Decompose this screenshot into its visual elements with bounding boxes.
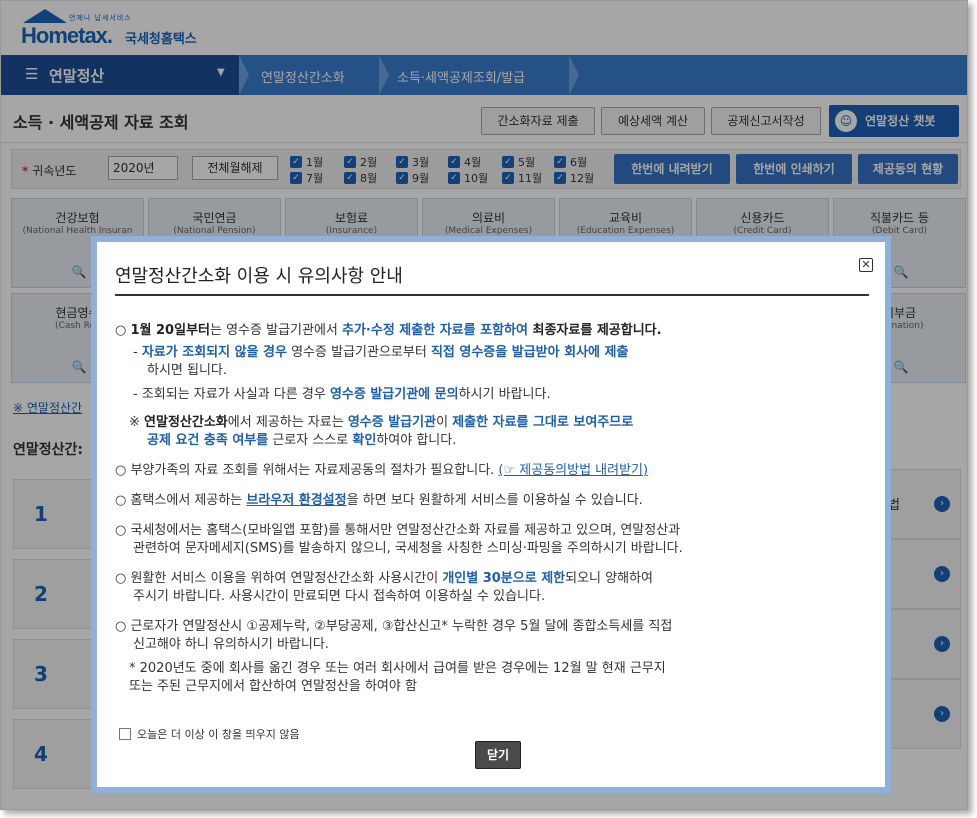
dont-show-today-checkbox[interactable]: 오늘은 더 이상 이 창을 띄우지 않음 [119,726,300,742]
notice-sub-1-cont: 하시면 됩니다. [147,363,228,378]
notice-item-6: ○ 근로자가 연말정산시 ①공제누락, ②부당공제, ③합산신고* 누락한 경우… [115,619,673,634]
modal-title: 연말정산간소화 이용 시 유의사항 안내 [115,266,403,287]
dont-show-today-label: 오늘은 더 이상 이 창을 띄우지 않음 [137,728,300,741]
notice-item-4-cont: 관련하여 문자메세지(SMS)를 발송하지 않으니, 국세청을 사칭한 스미싱·… [133,541,683,556]
notice-item-2: ○ 부양가족의 자료 조회를 위해서는 자료제공동의 절차가 필요합니다. (☞… [115,463,649,478]
notice-modal: 연말정산간소화 이용 시 유의사항 안내 ✕ ○ 1월 20일부터는 영수증 발… [91,236,891,793]
notice-sub-2: - 조회되는 자료가 사실과 다른 경우 영수증 발급기관에 문의하시기 바랍니… [133,387,551,402]
notice-item-6-cont: 신고해야 하니 유의하시기 바랍니다. [133,637,329,652]
consent-method-download-link[interactable]: (☞ 제공동의방법 내려받기) [498,463,648,478]
notice-item-5: ○ 원활한 서비스 이용을 위하여 연말정산간소화 사용시간이 개인별 30분으… [115,571,653,586]
notice-item-4: ○ 국세청에서는 홈택스(모바일앱 포함)를 통해서만 연말정산간소화 자료를 … [115,523,681,538]
checkbox-box[interactable] [119,728,131,740]
notice-footnote-cont: 또는 주된 근무지에서 합산하여 연말정산을 하여야 함 [129,679,417,694]
notice-item-1: ○ 1월 20일부터는 영수증 발급기관에서 추가·수정 제출한 자료를 포함하… [115,323,662,338]
close-button[interactable]: 닫기 [475,741,521,769]
notice-item-5-cont: 주시기 바랍니다. 사용시간이 만료되면 다시 접속하여 이용하실 수 있습니다… [133,589,546,604]
title-divider [115,294,869,296]
notice-sub-1: - 자료가 조회되지 않을 경우 영수증 발급기관으로부터 직접 영수증을 발급… [133,345,629,360]
notice-footnote: * 2020년도 중에 회사를 옮긴 경우 또는 여러 회사에서 급여를 받은 … [129,661,666,676]
notice-item-3: ○ 홈택스에서 제공하는 브라우저 환경설정을 하면 보다 원활하게 서비스를 … [115,493,643,508]
notice-note-1: ※ 연말정산간소화에서 제공하는 자료는 영수증 발급기관이 제출한 자료를 그… [129,415,634,430]
browser-frame: 언제나 납세서비스 Hometax. 국세청홈택스 ☰ 연말정산 ▼ 연말정산간… [0,0,968,810]
close-icon[interactable]: ✕ [859,258,873,272]
notice-note-1-cont: 공제 요건 충족 여부를 근로자 스스로 확인하여야 합니다. [147,433,457,448]
browser-settings-link[interactable]: 브라우저 환경설정 [246,493,346,508]
